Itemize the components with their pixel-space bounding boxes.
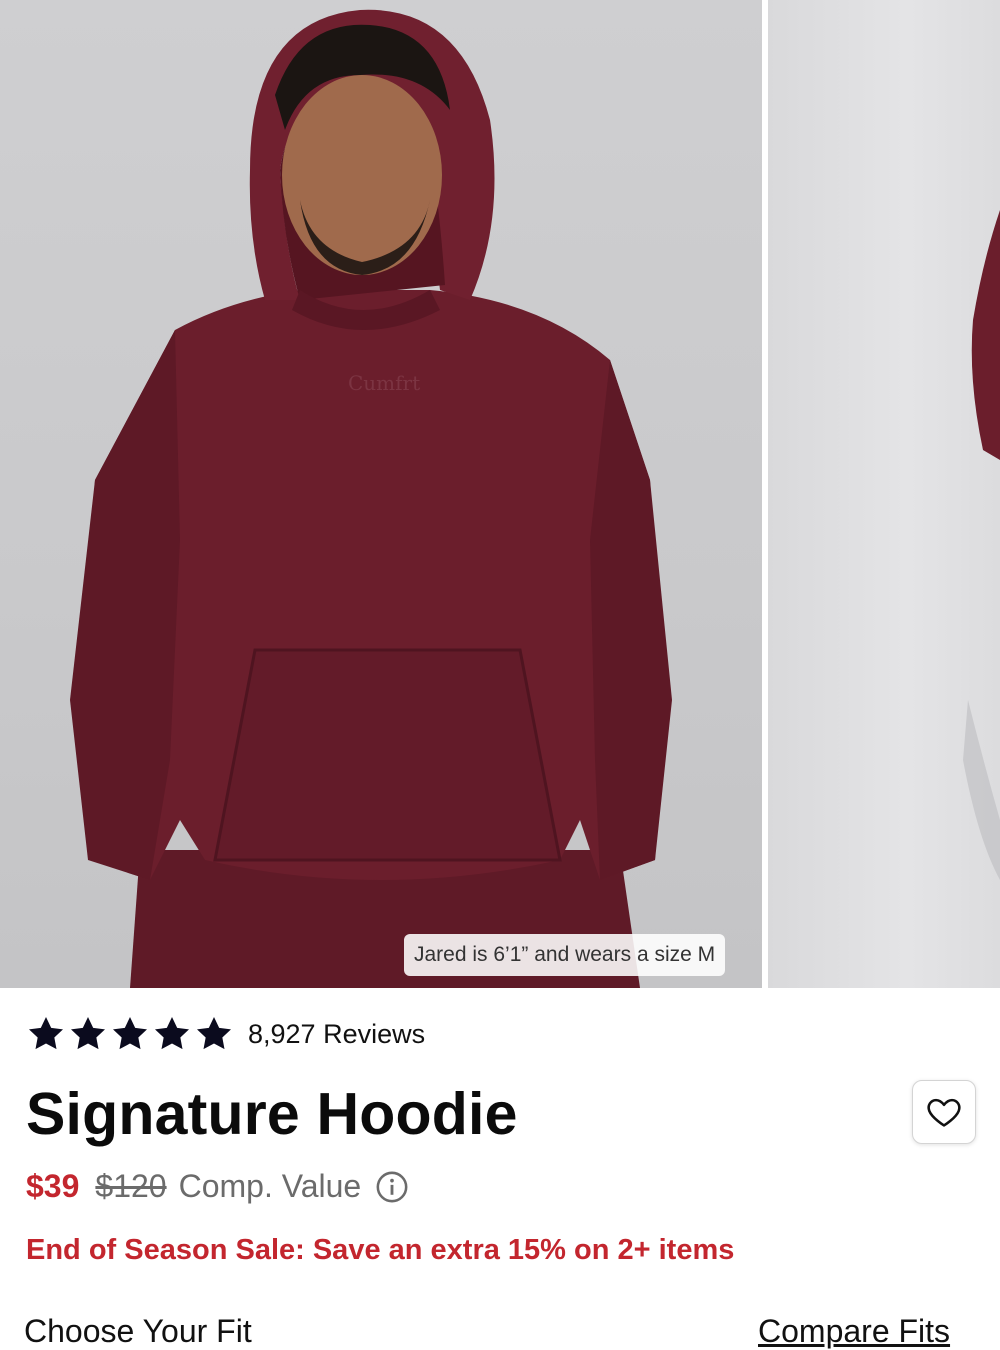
- star-icon: [29, 1017, 63, 1050]
- product-image-gallery[interactable]: Cumfrt Jared is 6’1” and wears a size M: [0, 0, 1000, 988]
- promo-message: End of Season Sale: Save an extra 15% on…: [26, 1234, 735, 1266]
- model-size-caption: Jared is 6’1” and wears a size M: [404, 934, 726, 976]
- sale-price: $39: [26, 1168, 80, 1204]
- info-icon[interactable]: [375, 1170, 409, 1204]
- star-icon: [71, 1017, 105, 1050]
- svg-text:Cumfrt: Cumfrt: [348, 371, 420, 395]
- compare-fits-link[interactable]: Compare Fits: [758, 1313, 950, 1350]
- compare-value-label: Comp. Value: [178, 1168, 362, 1204]
- product-title: Signature Hoodie: [26, 1081, 518, 1147]
- product-photo-next[interactable]: [768, 0, 1000, 988]
- wishlist-button[interactable]: [912, 1080, 976, 1144]
- choose-fit-heading: Choose Your Fit: [24, 1313, 252, 1349]
- rating-summary[interactable]: 8,927 Reviews: [26, 1014, 425, 1054]
- next-photo-preview: [963, 210, 1000, 880]
- star-rating: [26, 1014, 234, 1054]
- price-row: $39 $120 Comp. Value: [26, 1168, 409, 1205]
- model-wearing-hoodie-illustration: Cumfrt: [70, 9, 672, 988]
- star-icon: [197, 1017, 231, 1050]
- star-icon: [155, 1017, 189, 1050]
- product-photo-main[interactable]: Cumfrt Jared is 6’1” and wears a size M: [0, 0, 762, 988]
- reviews-count-link[interactable]: 8,927 Reviews: [248, 1019, 425, 1050]
- star-icon: [113, 1017, 147, 1050]
- compare-price: $120: [95, 1168, 167, 1204]
- heart-icon: [927, 1098, 961, 1127]
